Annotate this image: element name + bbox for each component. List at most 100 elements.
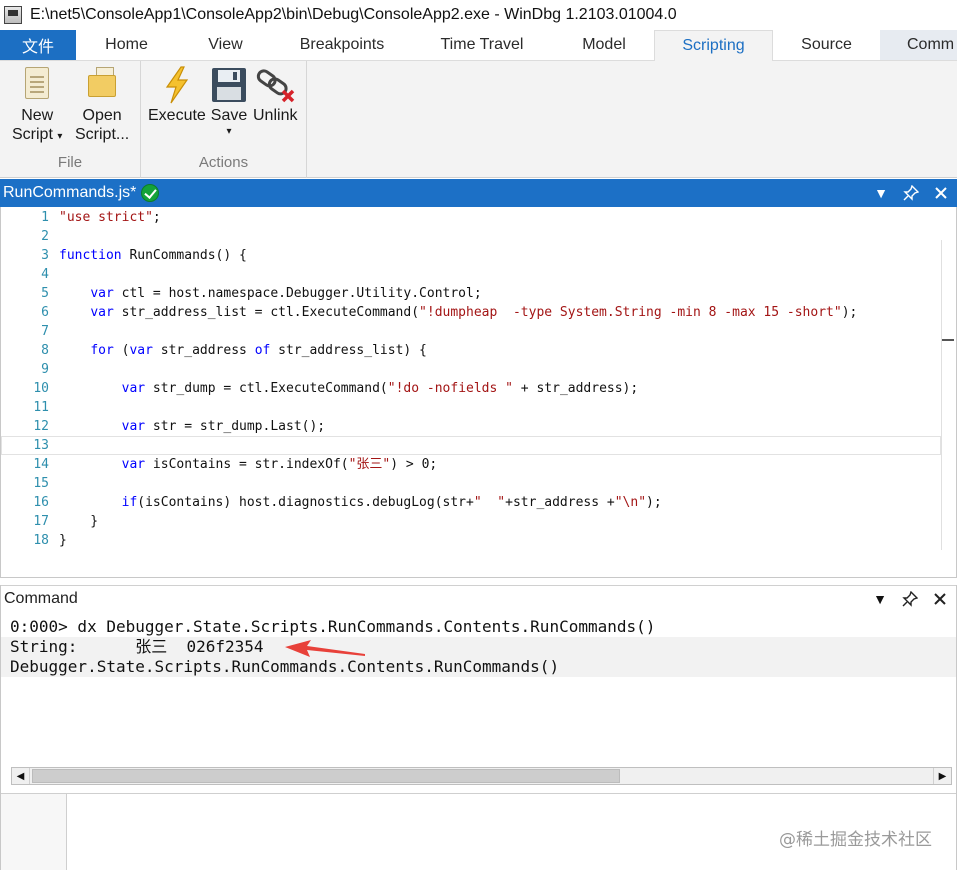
save-dropdown-icon[interactable]: ▾ (226, 125, 231, 139)
code-line[interactable]: 8 for (var str_address of str_address_li… (1, 341, 941, 360)
windbg-app-icon (4, 6, 22, 24)
code-line[interactable]: 12 var str = str_dump.Last(); (1, 417, 941, 436)
output-line: 0:000> dx Debugger.State.Scripts.RunComm… (1, 617, 956, 637)
new-script-button[interactable]: New Script ▾ (12, 65, 62, 146)
code-text: function RunCommands() { (59, 248, 247, 263)
save-button[interactable]: Save ▾ (209, 65, 249, 139)
line-number: 3 (41, 248, 49, 263)
command-prompt-column (1, 794, 67, 870)
open-script-label-line1: Open (82, 107, 122, 124)
scroll-left-icon[interactable]: ◀ (12, 768, 30, 784)
tab-model[interactable]: Model (554, 30, 654, 60)
unlink-button[interactable]: Unlink (253, 65, 297, 125)
pin-icon[interactable] (902, 590, 918, 607)
line-number: 12 (33, 419, 49, 434)
command-panel-header[interactable]: Command ▼ (1, 585, 956, 611)
tab-command[interactable]: Comm (880, 30, 957, 60)
code-text: "use strict"; (59, 210, 161, 225)
tab-time-travel[interactable]: Time Travel (410, 30, 554, 60)
code-line[interactable]: 1 "use strict"; (1, 208, 941, 227)
new-script-icon (17, 65, 57, 105)
save-label: Save (210, 107, 248, 124)
code-text: } (59, 514, 99, 529)
line-number: 9 (41, 362, 49, 377)
scroll-right-icon[interactable]: ▶ (933, 768, 951, 784)
tab-scripting[interactable]: Scripting (654, 30, 773, 61)
execute-button[interactable]: Execute (148, 65, 206, 125)
code-line[interactable]: 6 var str_address_list = ctl.ExecuteComm… (1, 303, 941, 322)
code-text: } (59, 533, 67, 548)
code-text: var str_address_list = ctl.ExecuteComman… (90, 305, 858, 320)
line-number: 10 (33, 381, 49, 396)
command-horizontal-scrollbar[interactable]: ◀ ▶ (11, 767, 952, 785)
output-line: String: 张三 026f2354 (10, 637, 264, 656)
floppy-disk-icon (209, 65, 249, 105)
code-line[interactable]: 9 (1, 360, 941, 379)
tab-breakpoints[interactable]: Breakpoints (274, 30, 410, 60)
ribbon-group-actions: Execute Save ▾ Unlink Actions (141, 61, 307, 178)
check-icon (141, 184, 160, 202)
open-script-icon (82, 65, 122, 105)
group-label-actions: Actions (198, 154, 249, 171)
code-line[interactable]: 17 } (1, 512, 941, 531)
tab-source[interactable]: Source (773, 30, 880, 60)
line-number: 8 (41, 343, 49, 358)
annotation-arrow-icon (285, 640, 365, 657)
code-line[interactable]: 15 (1, 474, 941, 493)
command-input-area[interactable]: @稀土掘金技术社区 (1, 793, 956, 870)
code-text: var str_dump = ctl.ExecuteCommand("!do -… (121, 381, 639, 396)
line-number: 5 (41, 286, 49, 301)
dropdown-icon[interactable]: ▼ (872, 591, 888, 607)
new-script-label-line2: Script ▾ (12, 126, 63, 143)
code-line[interactable]: 4 (1, 265, 941, 284)
open-script-label-line2: Script... (75, 126, 130, 143)
line-number: 14 (33, 457, 49, 472)
ribbon-group-file: New Script ▾ Open Script... File (0, 61, 141, 178)
line-number: 11 (33, 400, 49, 415)
output-line: Debugger.State.Scripts.RunCommands.Conte… (10, 657, 560, 676)
code-text: for (var str_address of str_address_list… (90, 343, 427, 358)
tab-home[interactable]: Home (76, 30, 177, 60)
command-output[interactable]: 0:000> dx Debugger.State.Scripts.RunComm… (1, 617, 956, 677)
open-script-button[interactable]: Open Script... (75, 65, 129, 144)
script-file-title[interactable]: RunCommands.js* (3, 184, 136, 202)
code-line[interactable]: 7 (1, 322, 941, 341)
script-editor-tab-header[interactable]: RunCommands.js* ▼ (0, 179, 957, 207)
code-text: var isContains = str.indexOf("张三") > 0; (121, 457, 438, 472)
code-text: var ctl = host.namespace.Debugger.Utilit… (90, 286, 482, 301)
new-script-label-line1: New (21, 107, 54, 124)
dropdown-icon[interactable]: ▼ (873, 185, 889, 201)
code-line[interactable]: 5 var ctl = host.namespace.Debugger.Util… (1, 284, 941, 303)
line-number: 2 (41, 229, 49, 244)
line-number: 1 (41, 210, 49, 225)
code-line[interactable]: 11 (1, 398, 941, 417)
pin-icon[interactable] (903, 185, 919, 201)
window-title: E:\net5\ConsoleApp1\ConsoleApp2\bin\Debu… (30, 6, 677, 23)
code-line[interactable]: 13 (1, 436, 941, 455)
close-icon[interactable] (933, 185, 949, 201)
code-text: if(isContains) host.diagnostics.debugLog… (121, 495, 662, 510)
close-icon[interactable] (932, 591, 948, 607)
execute-label: Execute (148, 107, 206, 124)
line-number: 6 (41, 305, 49, 320)
code-line[interactable]: 10 var str_dump = ctl.ExecuteCommand("!d… (1, 379, 941, 398)
line-number: 18 (33, 533, 49, 548)
editor-vertical-scrollbar[interactable] (941, 240, 954, 550)
line-number: 17 (33, 514, 49, 529)
lightning-icon (157, 65, 197, 105)
ribbon-tab-bar: 文件 Home View Breakpoints Time Travel Mod… (0, 30, 957, 61)
tab-view[interactable]: View (177, 30, 274, 60)
code-line[interactable]: 16 if(isContains) host.diagnostics.debug… (1, 493, 941, 512)
scrollbar-thumb[interactable] (32, 769, 620, 783)
command-panel: Command ▼ 0:000> dx Debugger.State.Scrip… (0, 585, 957, 870)
command-panel-title: Command (4, 589, 78, 607)
scroll-position-marker (942, 339, 954, 341)
code-line[interactable]: 18} (1, 531, 941, 550)
code-line[interactable]: 14 var isContains = str.indexOf("张三") > … (1, 455, 941, 474)
code-line[interactable]: 3 function RunCommands() { (1, 246, 941, 265)
script-editor[interactable]: 1 "use strict"; 2 3 function RunCommands() {… (0, 207, 957, 578)
code-area[interactable]: 1 "use strict"; 2 3 function RunCommands() {… (1, 208, 941, 550)
watermark: @稀土掘金技术社区 (779, 830, 932, 850)
tab-file[interactable]: 文件 (0, 30, 76, 60)
code-line[interactable]: 2 (1, 227, 941, 246)
